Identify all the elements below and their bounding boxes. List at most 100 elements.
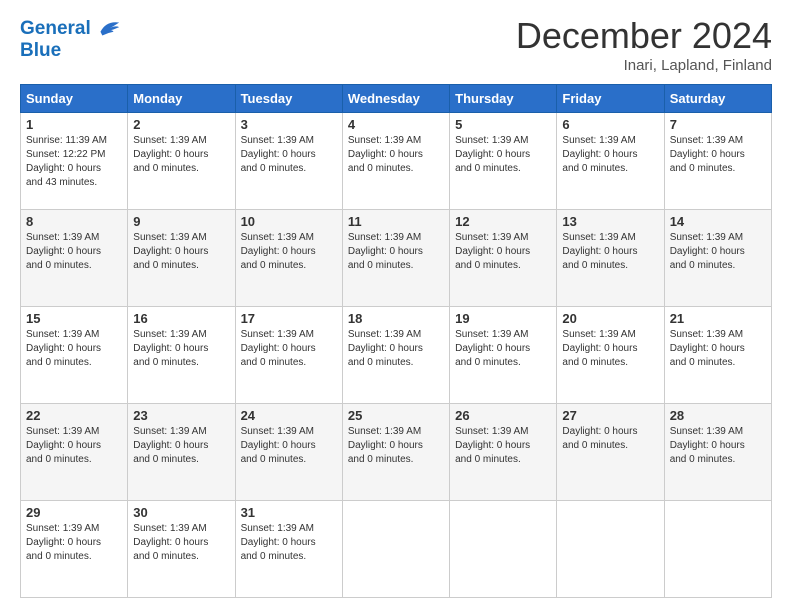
calendar-cell: 8 Sunset: 1:39 AMDaylight: 0 hoursand 0 m… bbox=[21, 210, 128, 307]
cell-text: Sunset: 1:39 AMDaylight: 0 hoursand 0 mi… bbox=[133, 134, 229, 176]
logo-general: General bbox=[20, 18, 91, 39]
calendar-week-row: 22 Sunset: 1:39 AMDaylight: 0 hoursand 0 … bbox=[21, 404, 772, 501]
cell-text: Sunset: 1:39 AMDaylight: 0 hoursand 0 mi… bbox=[133, 425, 229, 467]
day-number: 23 bbox=[133, 408, 229, 423]
cell-text: Sunset: 1:39 AMDaylight: 0 hoursand 0 mi… bbox=[241, 522, 337, 564]
cell-text: Sunset: 1:39 AMDaylight: 0 hoursand 0 mi… bbox=[133, 231, 229, 273]
cell-text: Sunset: 1:39 AMDaylight: 0 hoursand 0 mi… bbox=[26, 328, 122, 370]
day-number: 8 bbox=[26, 214, 122, 229]
calendar-cell bbox=[342, 501, 449, 598]
cell-text: Sunset: 1:39 AMDaylight: 0 hoursand 0 mi… bbox=[348, 425, 444, 467]
day-number: 13 bbox=[562, 214, 658, 229]
calendar-cell: 11 Sunset: 1:39 AMDaylight: 0 hoursand 0 … bbox=[342, 210, 449, 307]
cell-text: Sunset: 1:39 AMDaylight: 0 hoursand 0 mi… bbox=[670, 134, 766, 176]
day-number: 3 bbox=[241, 117, 337, 132]
day-of-week-monday: Monday bbox=[128, 85, 235, 113]
calendar-cell bbox=[557, 501, 664, 598]
day-of-week-sunday: Sunday bbox=[21, 85, 128, 113]
day-number: 6 bbox=[562, 117, 658, 132]
cell-text: Sunset: 1:39 AMDaylight: 0 hoursand 0 mi… bbox=[455, 425, 551, 467]
calendar-cell bbox=[664, 501, 771, 598]
calendar-cell: 28 Sunset: 1:39 AMDaylight: 0 hoursand 0 … bbox=[664, 404, 771, 501]
calendar-cell: 18Sunset: 1:39 AMDaylight: 0 hoursand 0 … bbox=[342, 307, 449, 404]
cell-text: Sunset: 1:39 AMDaylight: 0 hoursand 0 mi… bbox=[241, 328, 337, 370]
day-number: 28 bbox=[670, 408, 766, 423]
calendar-cell: 13 Sunset: 1:39 AMDaylight: 0 hoursand 0 … bbox=[557, 210, 664, 307]
day-number: 27 bbox=[562, 408, 658, 423]
day-number: 24 bbox=[241, 408, 337, 423]
day-number: 12 bbox=[455, 214, 551, 229]
day-number: 10 bbox=[241, 214, 337, 229]
day-number: 25 bbox=[348, 408, 444, 423]
cell-text: Sunset: 1:39 AMDaylight: 0 hoursand 0 mi… bbox=[562, 134, 658, 176]
cell-text: Sunset: 1:39 AMDaylight: 0 hoursand 0 mi… bbox=[455, 231, 551, 273]
calendar-table: SundayMondayTuesdayWednesdayThursdayFrid… bbox=[20, 84, 772, 598]
logo: General Blue bbox=[20, 18, 121, 62]
calendar-cell: 25 Sunset: 1:39 AMDaylight: 0 hoursand 0 … bbox=[342, 404, 449, 501]
day-number: 5 bbox=[455, 117, 551, 132]
calendar-cell: 24 Sunset: 1:39 AMDaylight: 0 hoursand 0 … bbox=[235, 404, 342, 501]
cell-text: Sunset: 1:39 AMDaylight: 0 hoursand 0 mi… bbox=[26, 231, 122, 273]
day-number: 29 bbox=[26, 505, 122, 520]
cell-text: Sunset: 1:39 AMDaylight: 0 hoursand 0 mi… bbox=[670, 328, 766, 370]
day-of-week-wednesday: Wednesday bbox=[342, 85, 449, 113]
day-number: 4 bbox=[348, 117, 444, 132]
cell-text: Sunset: 1:39 AMDaylight: 0 hoursand 0 mi… bbox=[455, 328, 551, 370]
calendar-cell: 5 Sunset: 1:39 AMDaylight: 0 hoursand 0 m… bbox=[450, 113, 557, 210]
day-number: 19 bbox=[455, 311, 551, 326]
day-of-week-tuesday: Tuesday bbox=[235, 85, 342, 113]
calendar-subtitle: Inari, Lapland, Finland bbox=[516, 57, 772, 74]
cell-text: Sunset: 1:39 AMDaylight: 0 hoursand 0 mi… bbox=[26, 522, 122, 564]
logo-bird-icon bbox=[93, 18, 121, 40]
cell-text: Sunrise: 11:39 AMSunset: 12:22 PMDayligh… bbox=[26, 134, 122, 190]
calendar-cell: 22 Sunset: 1:39 AMDaylight: 0 hoursand 0 … bbox=[21, 404, 128, 501]
day-number: 14 bbox=[670, 214, 766, 229]
day-number: 11 bbox=[348, 214, 444, 229]
calendar-cell: 16 Sunset: 1:39 AMDaylight: 0 hoursand 0 … bbox=[128, 307, 235, 404]
day-number: 22 bbox=[26, 408, 122, 423]
day-number: 15 bbox=[26, 311, 122, 326]
calendar-cell: 23 Sunset: 1:39 AMDaylight: 0 hoursand 0 … bbox=[128, 404, 235, 501]
header: General Blue December 2024 Inari, Laplan… bbox=[20, 18, 772, 74]
cell-text: Sunset: 1:39 AMDaylight: 0 hoursand 0 mi… bbox=[562, 231, 658, 273]
title-block: December 2024 Inari, Lapland, Finland bbox=[516, 18, 772, 74]
calendar-title: December 2024 bbox=[516, 18, 772, 54]
day-of-week-thursday: Thursday bbox=[450, 85, 557, 113]
calendar-cell: 1Sunrise: 11:39 AMSunset: 12:22 PMDaylig… bbox=[21, 113, 128, 210]
calendar-cell: 7 Sunset: 1:39 AMDaylight: 0 hoursand 0 m… bbox=[664, 113, 771, 210]
day-number: 20 bbox=[562, 311, 658, 326]
day-number: 9 bbox=[133, 214, 229, 229]
calendar-cell: 2Sunset: 1:39 AMDaylight: 0 hoursand 0 m… bbox=[128, 113, 235, 210]
calendar-cell: 10 Sunset: 1:39 AMDaylight: 0 hoursand 0 … bbox=[235, 210, 342, 307]
cell-text: Sunset: 1:39 AMDaylight: 0 hoursand 0 mi… bbox=[241, 425, 337, 467]
calendar-cell: 4 Sunset: 1:39 AMDaylight: 0 hoursand 0 m… bbox=[342, 113, 449, 210]
cell-text: Sunset: 1:39 AMDaylight: 0 hoursand 0 mi… bbox=[670, 425, 766, 467]
calendar-header-row: SundayMondayTuesdayWednesdayThursdayFrid… bbox=[21, 85, 772, 113]
cell-text: Sunset: 1:39 AMDaylight: 0 hoursand 0 mi… bbox=[133, 522, 229, 564]
calendar-cell: 12 Sunset: 1:39 AMDaylight: 0 hoursand 0 … bbox=[450, 210, 557, 307]
day-number: 26 bbox=[455, 408, 551, 423]
day-number: 21 bbox=[670, 311, 766, 326]
cell-text: Sunset: 1:39 AMDaylight: 0 hoursand 0 mi… bbox=[455, 134, 551, 176]
cell-text: Sunset: 1:39 AMDaylight: 0 hoursand 0 mi… bbox=[348, 328, 444, 370]
cell-text: Sunset: 1:39 AMDaylight: 0 hoursand 0 mi… bbox=[670, 231, 766, 273]
calendar-cell: 29 Sunset: 1:39 AMDaylight: 0 hoursand 0 … bbox=[21, 501, 128, 598]
cell-text: Sunset: 1:39 AMDaylight: 0 hoursand 0 mi… bbox=[241, 231, 337, 273]
cell-text: Sunset: 1:39 AMDaylight: 0 hoursand 0 mi… bbox=[348, 231, 444, 273]
cell-text: Sunset: 1:39 AMDaylight: 0 hoursand 0 mi… bbox=[348, 134, 444, 176]
calendar-week-row: 15 Sunset: 1:39 AMDaylight: 0 hoursand 0 … bbox=[21, 307, 772, 404]
calendar-cell: 14 Sunset: 1:39 AMDaylight: 0 hoursand 0 … bbox=[664, 210, 771, 307]
calendar-cell: 15 Sunset: 1:39 AMDaylight: 0 hoursand 0 … bbox=[21, 307, 128, 404]
calendar-cell: 17 Sunset: 1:39 AMDaylight: 0 hoursand 0 … bbox=[235, 307, 342, 404]
day-number: 17 bbox=[241, 311, 337, 326]
logo-blue: Blue bbox=[20, 40, 121, 62]
calendar-cell: 19 Sunset: 1:39 AMDaylight: 0 hoursand 0 … bbox=[450, 307, 557, 404]
day-number: 16 bbox=[133, 311, 229, 326]
calendar-cell: 20 Sunset: 1:39 AMDaylight: 0 hoursand 0 … bbox=[557, 307, 664, 404]
cell-text: Sunset: 1:39 AMDaylight: 0 hoursand 0 mi… bbox=[562, 328, 658, 370]
cell-text: Sunset: 1:39 AMDaylight: 0 hoursand 0 mi… bbox=[133, 328, 229, 370]
day-number: 7 bbox=[670, 117, 766, 132]
cell-text: Sunset: 1:39 AMDaylight: 0 hoursand 0 mi… bbox=[26, 425, 122, 467]
calendar-week-row: 1Sunrise: 11:39 AMSunset: 12:22 PMDaylig… bbox=[21, 113, 772, 210]
calendar-cell: 9 Sunset: 1:39 AMDaylight: 0 hoursand 0 m… bbox=[128, 210, 235, 307]
